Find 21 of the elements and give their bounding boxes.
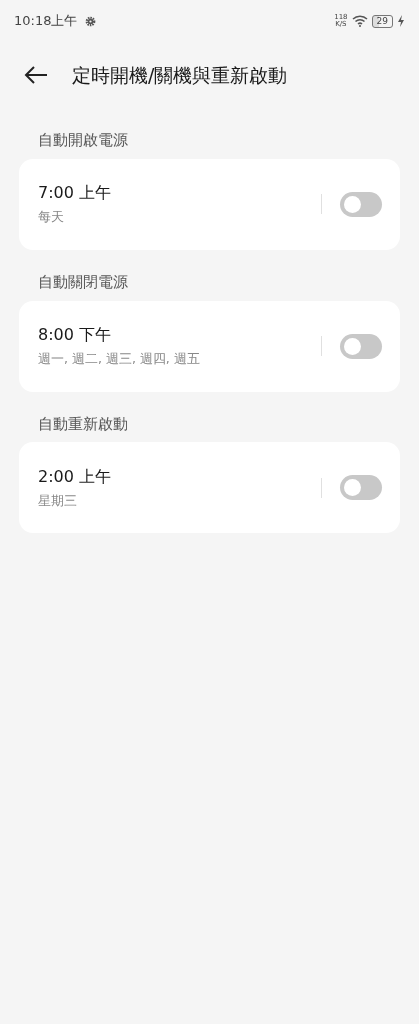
toggle-switch[interactable]: [340, 475, 382, 501]
schedule-card[interactable]: 7:00 上午 每天: [19, 158, 400, 250]
toggle-switch[interactable]: [340, 191, 382, 217]
repeat-days: 星期三: [38, 491, 321, 511]
repeat-days: 每天: [38, 208, 321, 228]
schedule-card[interactable]: 8:00 下午 週一, 週二, 週三, 週四, 週五: [19, 300, 400, 392]
battery-level: 29: [371, 14, 393, 28]
toggle-switch[interactable]: [340, 333, 382, 359]
schedule-time: 2:00 上午: [38, 465, 112, 488]
clock-time: 10:18上午: [14, 12, 78, 31]
schedule-card[interactable]: 2:00 上午 星期三: [19, 442, 400, 534]
page-title: 定時開機/關機與重新啟動: [72, 62, 288, 88]
section-label: 自動重新啟動: [37, 414, 129, 434]
schedule-time: 7:00 上午: [38, 182, 112, 205]
back-arrow-icon[interactable]: [24, 65, 48, 85]
repeat-days: 週一, 週二, 週三, 週四, 週五: [38, 350, 321, 369]
section-label: 自動開啟電源: [37, 131, 129, 150]
section-label: 自動關閉電源: [37, 272, 129, 292]
schedule-time: 8:00 下午: [38, 324, 112, 347]
settings-icon: [85, 15, 97, 27]
wifi-icon: [351, 15, 368, 27]
